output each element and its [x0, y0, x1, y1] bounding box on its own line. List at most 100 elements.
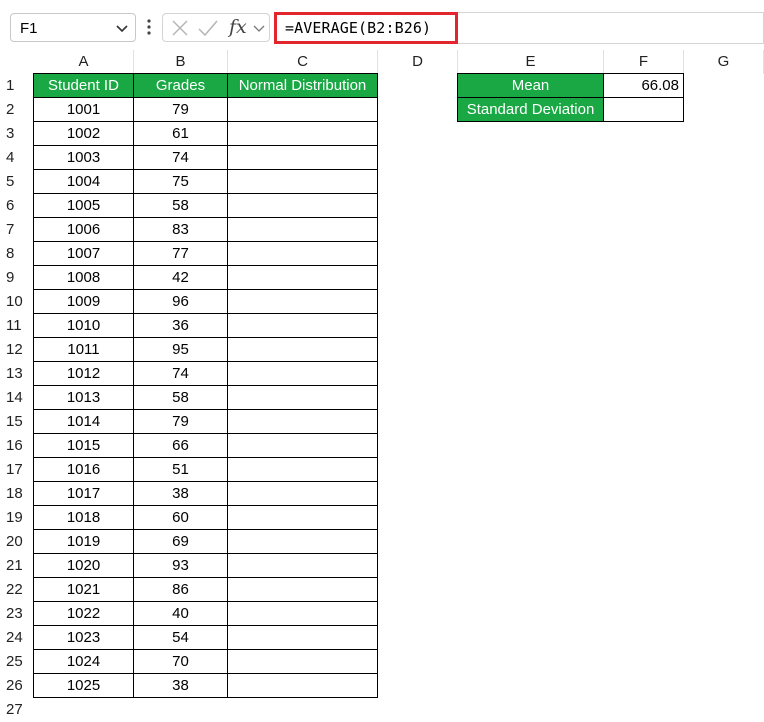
normal-distribution-cell[interactable] — [227, 241, 378, 266]
student-id-cell[interactable]: 1011 — [33, 337, 134, 362]
normal-distribution-cell[interactable] — [227, 121, 378, 146]
row-header-20[interactable]: 20 — [0, 530, 34, 554]
column-header-b[interactable]: B — [134, 50, 228, 74]
grade-cell[interactable]: 58 — [133, 385, 228, 410]
normal-distribution-cell[interactable] — [227, 145, 378, 170]
normal-distribution-cell[interactable] — [227, 361, 378, 386]
column-header-c[interactable]: C — [228, 50, 378, 74]
grade-cell[interactable]: 79 — [133, 97, 228, 122]
normal-distribution-cell[interactable] — [227, 313, 378, 338]
student-id-cell[interactable]: 1018 — [33, 505, 134, 530]
grade-cell[interactable]: 74 — [133, 361, 228, 386]
select-all-corner[interactable] — [0, 50, 34, 74]
student-id-cell[interactable]: 1002 — [33, 121, 134, 146]
chevron-down-icon[interactable] — [253, 22, 265, 34]
enter-check-icon[interactable] — [197, 19, 219, 37]
normal-distribution-cell[interactable] — [227, 97, 378, 122]
row-header-24[interactable]: 24 — [0, 626, 34, 650]
grade-cell[interactable]: 75 — [133, 169, 228, 194]
student-id-cell[interactable]: 1014 — [33, 409, 134, 434]
grade-cell[interactable]: 83 — [133, 217, 228, 242]
grade-cell[interactable]: 93 — [133, 553, 228, 578]
student-id-cell[interactable]: 1017 — [33, 481, 134, 506]
grade-cell[interactable]: 79 — [133, 409, 228, 434]
normal-distribution-cell[interactable] — [227, 337, 378, 362]
row-header-13[interactable]: 13 — [0, 362, 34, 386]
normal-distribution-cell[interactable] — [227, 553, 378, 578]
grade-cell[interactable]: 95 — [133, 337, 228, 362]
student-id-cell[interactable]: 1006 — [33, 217, 134, 242]
row-header-19[interactable]: 19 — [0, 506, 34, 530]
normal-distribution-cell[interactable] — [227, 625, 378, 650]
student-id-cell[interactable]: 1019 — [33, 529, 134, 554]
student-id-cell[interactable]: 1016 — [33, 457, 134, 482]
grade-cell[interactable]: 86 — [133, 577, 228, 602]
normal-distribution-cell[interactable] — [227, 457, 378, 482]
normal-distribution-cell[interactable] — [227, 289, 378, 314]
grades-header[interactable]: Grades — [133, 73, 228, 98]
student-id-header[interactable]: Student ID — [33, 73, 134, 98]
column-header-f[interactable]: F — [604, 50, 684, 74]
student-id-cell[interactable]: 1004 — [33, 169, 134, 194]
row-header-21[interactable]: 21 — [0, 554, 34, 578]
student-id-cell[interactable]: 1001 — [33, 97, 134, 122]
normal-distribution-cell[interactable] — [227, 409, 378, 434]
grade-cell[interactable]: 60 — [133, 505, 228, 530]
grade-cell[interactable]: 38 — [133, 673, 228, 698]
student-id-cell[interactable]: 1022 — [33, 601, 134, 626]
row-header-2[interactable]: 2 — [0, 98, 34, 122]
student-id-cell[interactable]: 1005 — [33, 193, 134, 218]
column-header-e[interactable]: E — [458, 50, 604, 74]
formula-input-extension[interactable] — [458, 12, 764, 44]
row-header-10[interactable]: 10 — [0, 290, 34, 314]
student-id-cell[interactable]: 1009 — [33, 289, 134, 314]
grade-cell[interactable]: 61 — [133, 121, 228, 146]
row-header-23[interactable]: 23 — [0, 602, 34, 626]
row-header-22[interactable]: 22 — [0, 578, 34, 602]
column-header-a[interactable]: A — [34, 50, 134, 74]
grade-cell[interactable]: 38 — [133, 481, 228, 506]
name-box[interactable]: F1 — [10, 13, 136, 42]
more-options-icon[interactable] — [146, 17, 152, 37]
student-id-cell[interactable]: 1023 — [33, 625, 134, 650]
normal-distribution-cell[interactable] — [227, 193, 378, 218]
grade-cell[interactable]: 58 — [133, 193, 228, 218]
grade-cell[interactable]: 70 — [133, 649, 228, 674]
row-header-25[interactable]: 25 — [0, 650, 34, 674]
normal-distribution-cell[interactable] — [227, 649, 378, 674]
normal-distribution-cell[interactable] — [227, 577, 378, 602]
row-header-11[interactable]: 11 — [0, 314, 34, 338]
normal-distribution-cell[interactable] — [227, 265, 378, 290]
student-id-cell[interactable]: 1020 — [33, 553, 134, 578]
row-header-7[interactable]: 7 — [0, 218, 34, 242]
grade-cell[interactable]: 69 — [133, 529, 228, 554]
row-header-27[interactable]: 27 — [0, 698, 34, 722]
grade-cell[interactable]: 42 — [133, 265, 228, 290]
student-id-cell[interactable]: 1025 — [33, 673, 134, 698]
student-id-cell[interactable]: 1021 — [33, 577, 134, 602]
normal-distribution-header[interactable]: Normal Distribution — [227, 73, 378, 98]
grade-cell[interactable]: 54 — [133, 625, 228, 650]
row-header-26[interactable]: 26 — [0, 674, 34, 698]
student-id-cell[interactable]: 1024 — [33, 649, 134, 674]
grade-cell[interactable]: 40 — [133, 601, 228, 626]
student-id-cell[interactable]: 1015 — [33, 433, 134, 458]
student-id-cell[interactable]: 1012 — [33, 361, 134, 386]
grade-cell[interactable]: 74 — [133, 145, 228, 170]
cancel-icon[interactable] — [171, 19, 189, 37]
grade-cell[interactable]: 66 — [133, 433, 228, 458]
grade-cell[interactable]: 51 — [133, 457, 228, 482]
row-header-4[interactable]: 4 — [0, 146, 34, 170]
mean-value-cell[interactable]: 66.08 — [603, 73, 684, 98]
normal-distribution-cell[interactable] — [227, 529, 378, 554]
row-header-9[interactable]: 9 — [0, 266, 34, 290]
row-header-12[interactable]: 12 — [0, 338, 34, 362]
row-header-14[interactable]: 14 — [0, 386, 34, 410]
std-deviation-value-cell[interactable] — [603, 97, 684, 122]
student-id-cell[interactable]: 1010 — [33, 313, 134, 338]
normal-distribution-cell[interactable] — [227, 505, 378, 530]
row-header-8[interactable]: 8 — [0, 242, 34, 266]
grade-cell[interactable]: 77 — [133, 241, 228, 266]
student-id-cell[interactable]: 1007 — [33, 241, 134, 266]
column-header-d[interactable]: D — [378, 50, 458, 74]
